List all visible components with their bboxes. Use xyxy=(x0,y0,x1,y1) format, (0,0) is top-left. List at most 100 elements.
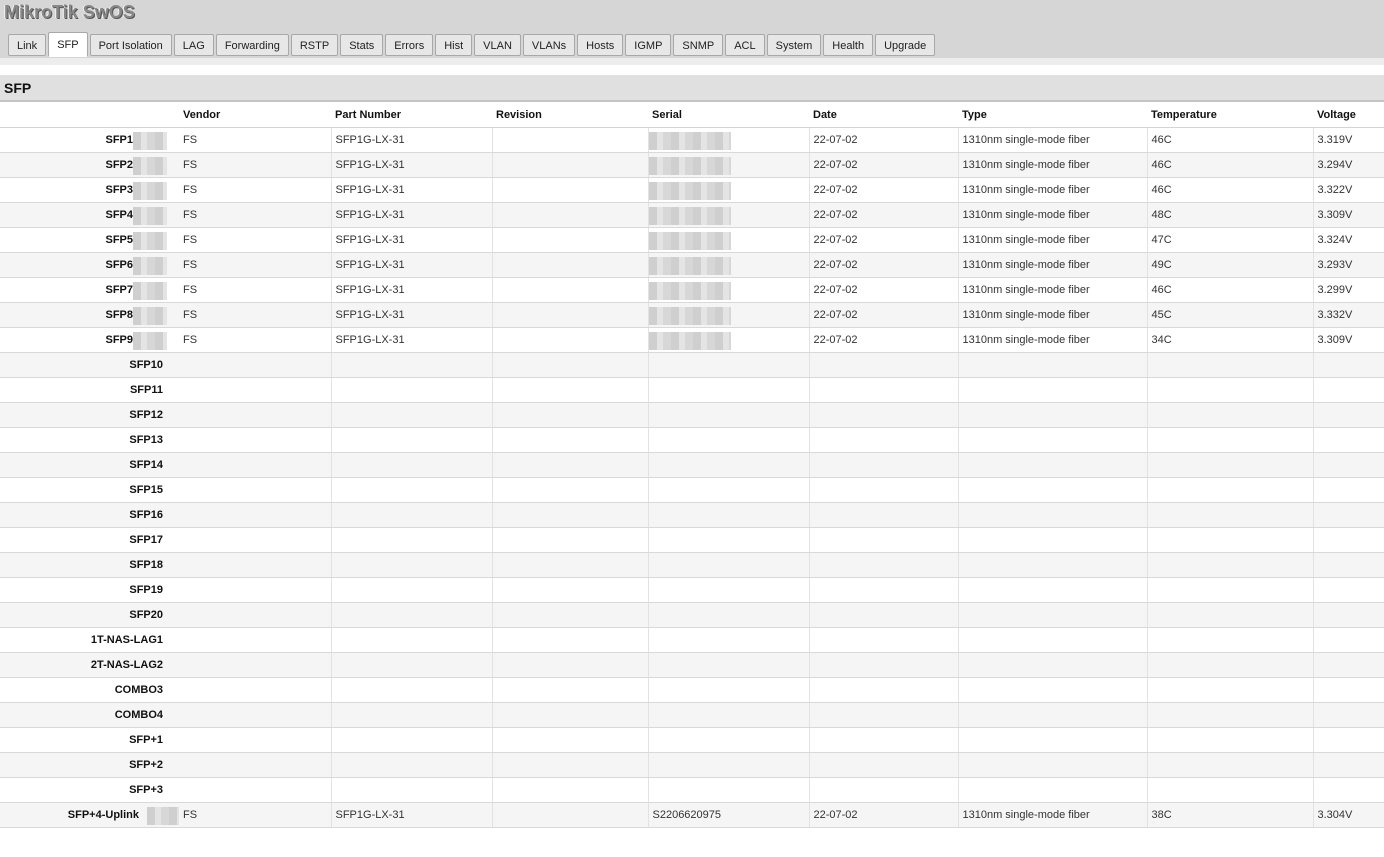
cell-vendor: FS xyxy=(179,802,331,828)
column-header-vendor: Vendor xyxy=(179,102,331,128)
cell-voltage xyxy=(1312,427,1384,453)
tab-upgrade[interactable]: Upgrade xyxy=(875,34,936,56)
redacted-port-name xyxy=(133,232,167,250)
tab-hist[interactable]: Hist xyxy=(435,34,473,56)
cell-serial xyxy=(647,427,809,453)
tab-rstp[interactable]: RSTP xyxy=(290,34,339,56)
cell-vendor xyxy=(179,677,331,703)
tab-sfp[interactable]: SFP xyxy=(48,32,88,57)
cell-voltage: 3.299V xyxy=(1312,277,1384,303)
temperature-value: 46C xyxy=(1151,184,1172,196)
table-row: SFP15 xyxy=(0,477,1384,503)
date-value: 22-07-02 xyxy=(813,309,858,321)
redacted-port-name xyxy=(147,807,179,825)
port-value: SFP17 xyxy=(129,534,163,546)
cell-type: 1310nm single-mode fiber xyxy=(957,127,1147,153)
cell-date xyxy=(808,602,958,628)
voltage-value: 3.293V xyxy=(1317,259,1353,271)
cell-revision xyxy=(491,552,648,578)
cell-voltage xyxy=(1312,452,1384,478)
cell-temperature xyxy=(1146,602,1313,628)
column-header-revision: Revision xyxy=(492,102,648,128)
cell-part-number: SFP1G-LX-31 xyxy=(330,177,492,203)
port-value: SFP9 xyxy=(105,334,133,346)
voltage-value: 3.299V xyxy=(1317,284,1353,296)
cell-temperature xyxy=(1146,427,1313,453)
port-value: SFP1 xyxy=(105,134,133,146)
cell-port: SFP2 xyxy=(0,152,179,178)
cell-revision xyxy=(491,252,648,278)
table-row: SFP5 FS SFP1G-LX-31 22-07-02 1310nm single-m… xyxy=(0,227,1384,253)
tab-vlans[interactable]: VLANs xyxy=(522,34,576,56)
tab-vlan[interactable]: VLAN xyxy=(474,34,521,56)
cell-date: 22-07-02 xyxy=(808,252,958,278)
tab-snmp[interactable]: SNMP xyxy=(673,34,724,56)
cell-port: 1T-NAS-LAG1 xyxy=(0,627,179,653)
tab-link[interactable]: Link xyxy=(8,34,47,56)
cell-voltage: 3.293V xyxy=(1312,252,1384,278)
temperature-value: 45C xyxy=(1151,309,1172,321)
cell-vendor xyxy=(179,702,331,728)
port-value: SFP16 xyxy=(129,509,163,521)
type-value: 1310nm single-mode fiber xyxy=(962,234,1090,246)
cell-serial xyxy=(647,502,809,528)
tab-forwarding[interactable]: Forwarding xyxy=(215,34,289,56)
redacted-serial xyxy=(649,332,731,350)
redacted-serial xyxy=(649,232,731,250)
port-value: SFP18 xyxy=(129,559,163,571)
port-value: SFP19 xyxy=(129,584,163,596)
tab-stats[interactable]: Stats xyxy=(340,34,384,56)
header: MikroTik SwOS Link SFP Port Isolation LAG Fo… xyxy=(0,0,1384,58)
cell-type: 1310nm single-mode fiber xyxy=(957,227,1147,253)
tab-acl[interactable]: ACL xyxy=(725,34,765,56)
tab-lag[interactable]: LAG xyxy=(173,34,214,56)
cell-date xyxy=(808,402,958,428)
cell-temperature xyxy=(1146,477,1313,503)
cell-part-number xyxy=(330,577,492,603)
cell-date: 22-07-02 xyxy=(808,277,958,303)
cell-voltage xyxy=(1312,527,1384,553)
cell-temperature: 46C xyxy=(1146,277,1313,303)
tab-health[interactable]: Health xyxy=(823,34,874,56)
cell-serial xyxy=(647,752,809,778)
port-value: SFP4 xyxy=(105,209,133,221)
port-value: SFP13 xyxy=(129,434,163,446)
voltage-value: 3.309V xyxy=(1317,334,1353,346)
cell-serial xyxy=(647,627,809,653)
cell-voltage xyxy=(1312,352,1384,378)
tab-system[interactable]: System xyxy=(766,34,822,56)
cell-temperature xyxy=(1146,627,1313,653)
redacted-serial xyxy=(649,307,731,325)
cell-revision xyxy=(491,302,648,328)
cell-revision xyxy=(491,702,648,728)
vendor-value: FS xyxy=(183,159,198,171)
part-number-value: SFP1G-LX-31 xyxy=(335,334,405,346)
cell-type xyxy=(957,427,1147,453)
cell-type xyxy=(957,577,1147,603)
port-value: SFP7 xyxy=(105,284,133,296)
part-number-value: SFP1G-LX-31 xyxy=(335,284,405,296)
table-row: SFP20 xyxy=(0,602,1384,628)
tab-errors[interactable]: Errors xyxy=(385,34,434,56)
cell-voltage xyxy=(1312,652,1384,678)
tab-hosts[interactable]: Hosts xyxy=(577,34,624,56)
cell-type: 1310nm single-mode fiber xyxy=(957,327,1147,353)
cell-serial xyxy=(647,402,809,428)
cell-serial xyxy=(647,702,809,728)
cell-revision xyxy=(491,577,648,603)
cell-part-number xyxy=(330,752,492,778)
cell-type xyxy=(957,377,1147,403)
sfp-table: Vendor Part Number Revision Serial Date Type T… xyxy=(0,102,1384,828)
cell-temperature xyxy=(1146,377,1313,403)
cell-type xyxy=(957,627,1147,653)
tab-igmp[interactable]: IGMP xyxy=(625,34,672,56)
cell-voltage xyxy=(1312,702,1384,728)
date-value: 22-07-02 xyxy=(813,334,858,346)
tab-port-isolation[interactable]: Port Isolation xyxy=(89,34,172,56)
cell-voltage: 3.319V xyxy=(1312,127,1384,153)
cell-revision xyxy=(491,452,648,478)
cell-port: SFP16 xyxy=(0,502,179,528)
cell-revision xyxy=(491,652,648,678)
cell-serial xyxy=(647,377,809,403)
cell-serial xyxy=(647,202,809,228)
